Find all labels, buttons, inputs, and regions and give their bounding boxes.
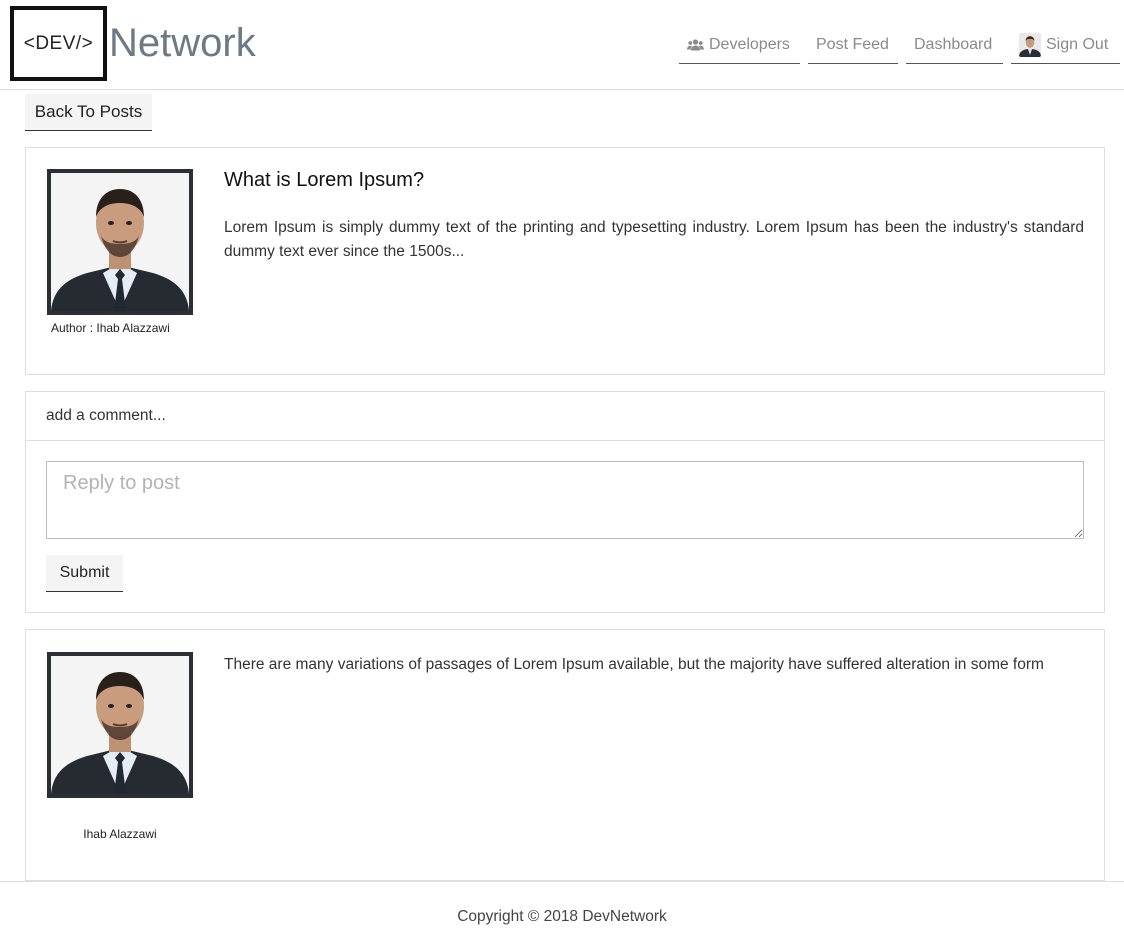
nav-post-feed[interactable]: Post Feed <box>808 26 898 64</box>
submit-button[interactable]: Submit <box>46 555 123 592</box>
post-body: Lorem Ipsum is simply dummy text of the … <box>224 219 1084 260</box>
avatar <box>1019 32 1041 57</box>
nav-post-feed-label: Post Feed <box>816 35 889 53</box>
nav-sign-out-label: Sign Out <box>1046 35 1109 53</box>
nav-dashboard[interactable]: Dashboard <box>906 26 1003 64</box>
comment-text: There are many variations of passages of… <box>224 656 1044 673</box>
nav-developers[interactable]: Developers <box>679 26 800 64</box>
post-card: Author : Ihab Alazzawi What is Lorem Ips… <box>25 147 1105 375</box>
comment-card: Ihab Alazzawi There are many variations … <box>25 629 1105 881</box>
nav-links: Developers Post Feed Dashboard Sign Out <box>679 26 1120 64</box>
nav-developers-label: Developers <box>709 35 790 53</box>
nav-sign-out[interactable]: Sign Out <box>1011 26 1120 64</box>
navbar: <DEV/> Network Developers Post Feed Dash… <box>0 0 1124 90</box>
comment-form: add a comment... Submit <box>25 391 1105 613</box>
author-label: Author : Ihab Alazzawi <box>51 321 170 335</box>
users-icon <box>687 38 704 51</box>
nav-dashboard-label: Dashboard <box>914 35 993 53</box>
brand-name[interactable]: Network <box>109 20 256 66</box>
comment-author-photo <box>47 652 193 798</box>
reply-input[interactable] <box>46 461 1084 539</box>
copyright-text: Copyright © 2018 DevNetwork <box>457 908 667 925</box>
author-photo <box>47 169 193 315</box>
logo-text: <DEV/> <box>23 32 94 54</box>
back-to-posts-button[interactable]: Back To Posts <box>25 94 152 131</box>
comment-author: Ihab Alazzawi <box>83 827 157 841</box>
post-title: What is Lorem Ipsum? <box>224 169 425 191</box>
logo[interactable]: <DEV/> <box>10 6 107 81</box>
comment-form-header: add a comment... <box>26 392 1104 441</box>
footer: Copyright © 2018 DevNetwork <box>0 881 1124 952</box>
